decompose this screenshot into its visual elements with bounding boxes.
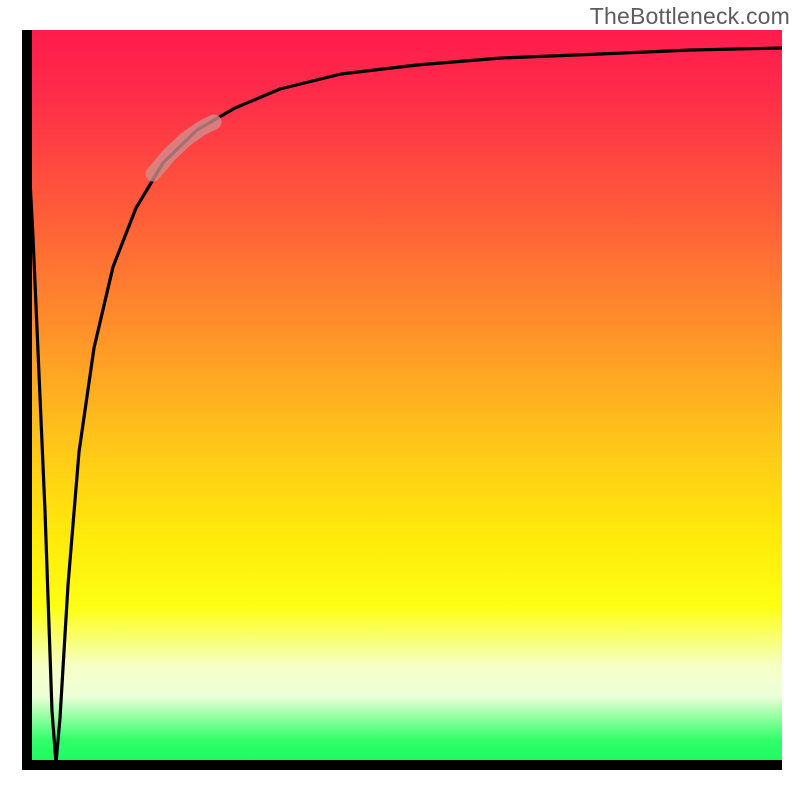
curve-highlight-segment xyxy=(153,122,214,174)
curve-layer xyxy=(22,30,782,770)
y-axis xyxy=(22,30,32,770)
x-axis xyxy=(22,760,782,770)
plot-area xyxy=(22,30,782,770)
bottleneck-curve xyxy=(22,30,782,763)
chart-canvas: TheBottleneck.com xyxy=(0,0,800,800)
attribution-text: TheBottleneck.com xyxy=(590,3,790,30)
